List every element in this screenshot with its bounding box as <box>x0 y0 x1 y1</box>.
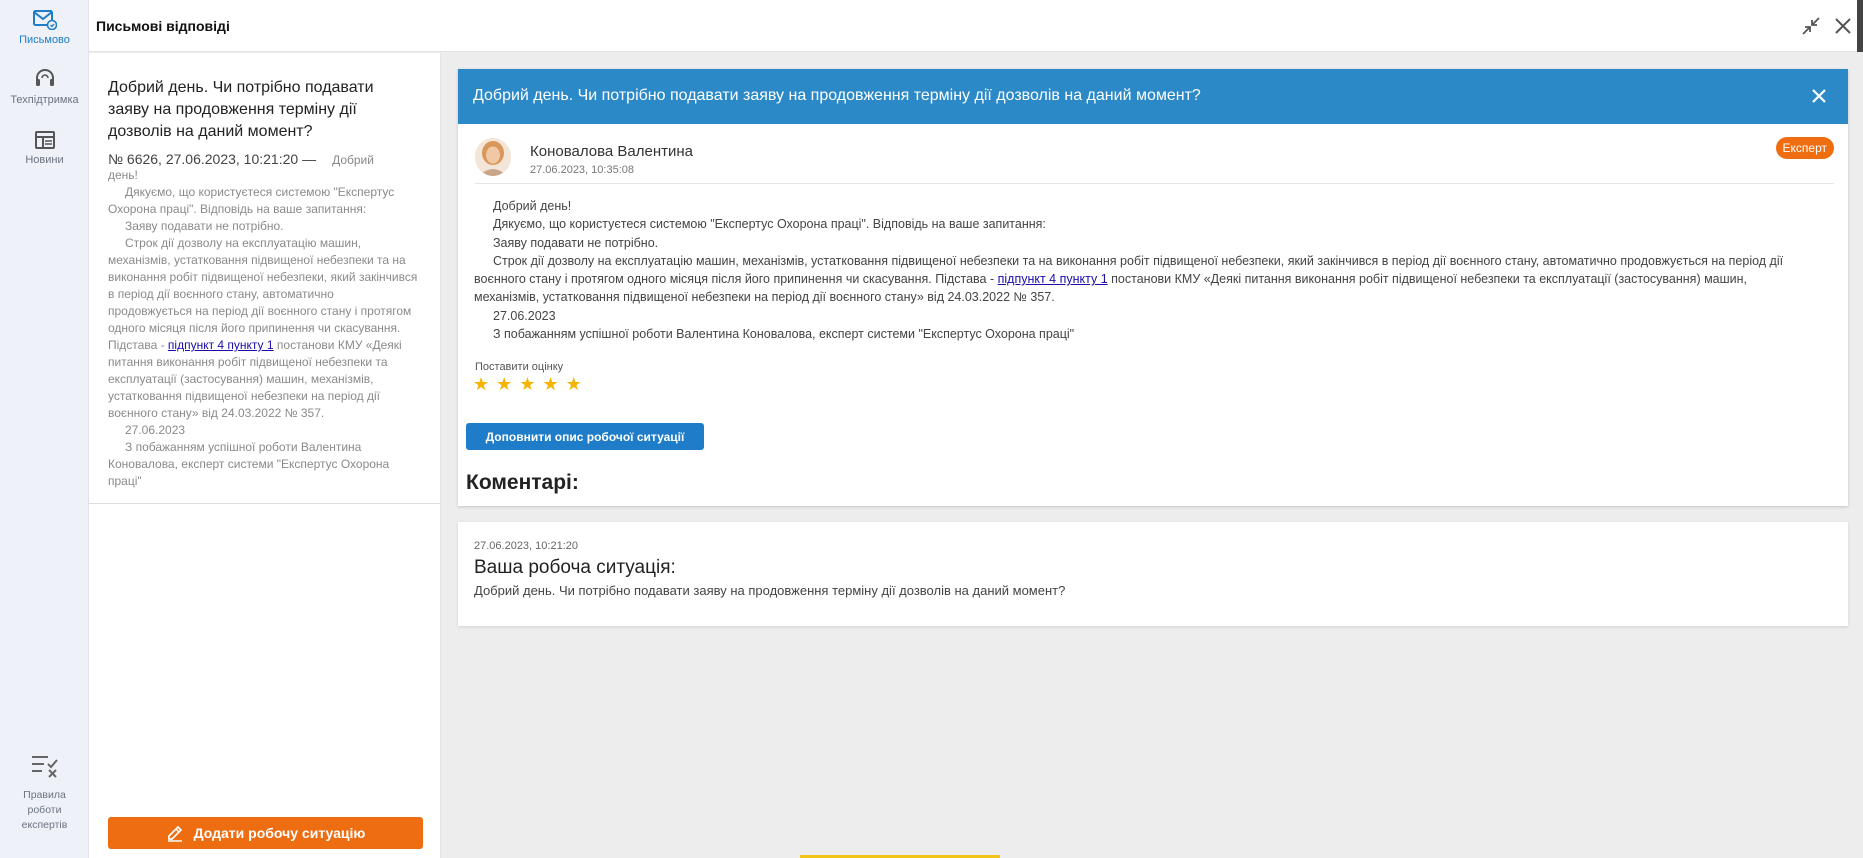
list-item[interactable]: Добрий день. Чи потрібно подавати заяву … <box>89 53 440 504</box>
rail-label-news: Новини <box>25 154 64 166</box>
list-item-number-date: № 6626, 27.06.2023, 10:21:20 — <box>108 151 317 167</box>
author-row: Коновалова Валентина 27.06.2023, 10:35:0… <box>475 124 1834 184</box>
answer-greeting: Добрий день! <box>493 199 572 213</box>
pencil-icon <box>167 825 182 842</box>
header: Письмові відповіді <box>89 0 1863 52</box>
star-5[interactable]: ★ <box>566 374 583 394</box>
news-icon <box>34 131 55 149</box>
close-icon <box>1812 89 1826 103</box>
collapse-icon <box>1802 17 1820 35</box>
preview-p1: Дякуємо, що користуєтеся системою "Експе… <box>108 185 395 216</box>
preview-date: 27.06.2023 <box>125 423 186 437</box>
author-name: Коновалова Валентина <box>530 143 694 160</box>
avatar-portrait-icon <box>475 138 511 176</box>
star-4[interactable]: ★ <box>542 374 559 394</box>
preview-sign: З побажанням успішної роботи Валентина К… <box>108 440 390 488</box>
rail-item-news[interactable]: Новини <box>0 130 89 166</box>
rail-item-rules[interactable]: Правила роботи експертів <box>0 752 89 833</box>
mail-icon <box>32 10 57 30</box>
avatar <box>475 138 511 176</box>
rail-label-support: Техпідтримка <box>10 94 79 106</box>
add-situation-label: Додати робочу ситуацію <box>193 825 366 841</box>
author-date: 27.06.2023, 10:35:08 <box>530 164 634 176</box>
work-situation-card: 27.06.2023, 10:21:20 Ваша робоча ситуаці… <box>458 522 1848 626</box>
scrollbar[interactable] <box>1857 0 1863 52</box>
preview-p3: Строк дії дозволу на експлуатацію машин,… <box>108 235 420 422</box>
expert-badge: Експерт <box>1775 137 1834 159</box>
left-rail: Письмово Техпідтримка Новини Правила роб… <box>0 0 89 858</box>
preview-p2: Заяву подавати не потрібно. <box>125 219 284 233</box>
detail-header: Добрий день. Чи потрібно подавати заяву … <box>458 69 1848 124</box>
rating-stars: ★ ★ ★ ★ ★ <box>473 375 1848 393</box>
rules-label-line-1: Правила <box>23 789 66 801</box>
rules-label-line-2: роботи <box>27 804 62 816</box>
answer-date: 27.06.2023 <box>493 308 556 323</box>
rules-icon <box>31 756 58 778</box>
star-3[interactable]: ★ <box>519 374 536 394</box>
add-situation-button[interactable]: Додати робочу ситуацію <box>108 817 423 849</box>
list-item-greeting: Добрий <box>332 153 374 167</box>
list-item-meta: № 6626, 27.06.2023, 10:21:20 — Добрий <box>108 151 420 167</box>
list-item-title: Добрий день. Чи потрібно подавати заяву … <box>108 79 374 140</box>
legal-link[interactable]: підпункт 4 пункту 1 <box>998 272 1108 286</box>
answer-p1: Дякуємо, що користуєтеся системою "Експе… <box>493 217 1046 232</box>
answer-detail: Добрий день. Чи потрібно подавати заяву … <box>458 69 1848 506</box>
page-title: Письмові відповіді <box>96 18 230 34</box>
close-icon <box>1835 18 1851 34</box>
close-window-button[interactable] <box>1831 14 1855 38</box>
star-2[interactable]: ★ <box>496 374 513 394</box>
answer-sign: З побажанням успішної роботи Валентина К… <box>493 327 1075 342</box>
detail-title: Добрий день. Чи потрібно подавати заяву … <box>473 87 1201 104</box>
answer-p2: Заяву подавати не потрібно. <box>493 235 659 250</box>
rules-label-line-3: експертів <box>21 819 68 831</box>
answer-p3: Строк дії дозволу на експлуатацію машин,… <box>474 252 1813 307</box>
preview-p3-before: Строк дії дозволу на експлуатацію машин,… <box>108 236 418 352</box>
answer-text: Добрий день! Дякуємо, що користуєтеся си… <box>458 184 1848 343</box>
situation-date: 27.06.2023, 10:21:20 <box>474 540 578 552</box>
minimize-button[interactable] <box>1799 14 1823 38</box>
questions-list: Добрий день. Чи потрібно подавати заяву … <box>89 53 441 858</box>
preview-greeting-tail: день! <box>108 168 138 182</box>
rail-item-support[interactable]: Техпідтримка <box>0 68 89 106</box>
situation-heading: Ваша робоча ситуація: <box>474 557 676 578</box>
rail-item-written[interactable]: Письмово <box>0 8 89 46</box>
supplement-situation-button[interactable]: Доповнити опис робочої ситуації <box>466 423 704 450</box>
rating-label: Поставити оцінку <box>475 361 564 374</box>
situation-text: Добрий день. Чи потрібно подавати заяву … <box>474 583 1066 598</box>
headset-icon <box>35 69 54 86</box>
preview-legal-link[interactable]: підпункт 4 пункту 1 <box>168 338 274 352</box>
rail-label-written: Письмово <box>19 34 70 46</box>
detail-close-button[interactable] <box>1808 85 1830 107</box>
star-1[interactable]: ★ <box>473 374 490 394</box>
list-item-preview: день! Дякуємо, що користуєтеся системою … <box>108 167 420 490</box>
comments-title: Коментарі: <box>466 471 579 494</box>
